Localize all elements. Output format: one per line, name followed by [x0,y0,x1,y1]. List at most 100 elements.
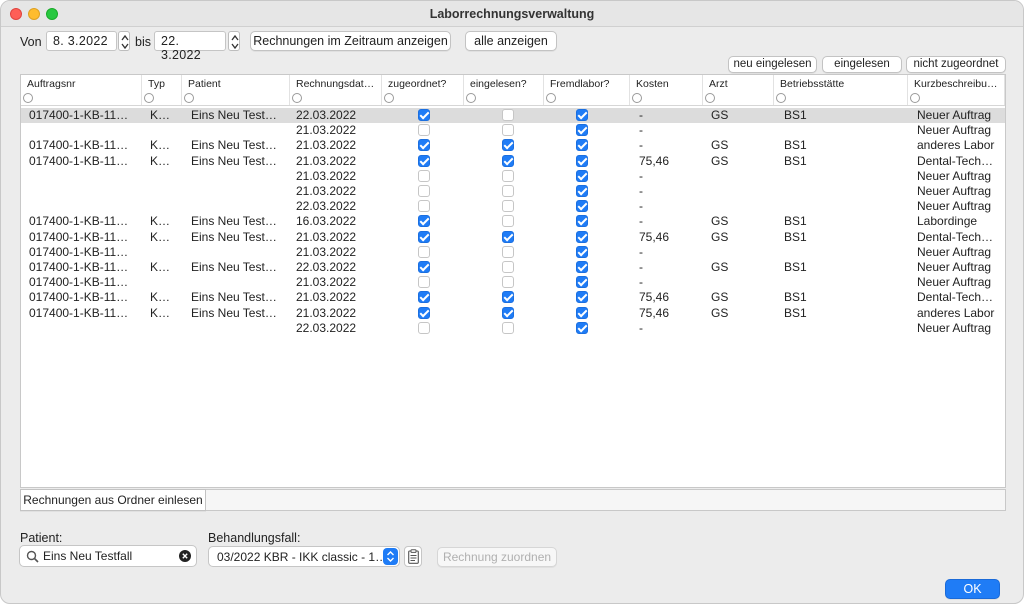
table-row[interactable]: 017400-1-KB-11… K… Eins Neu Test… 21.03.202… [21,306,1005,321]
column-filter-icon[interactable] [466,93,476,103]
show-all-button[interactable]: alle anzeigen [465,31,557,51]
checkbox-zug[interactable] [418,215,430,228]
column-header[interactable]: zugeordnet? [382,75,464,105]
checkbox-ein[interactable] [502,291,514,304]
column-header[interactable]: Patient [182,75,290,105]
checkbox-ein[interactable] [502,169,514,182]
column-header[interactable]: Auftragsnr [21,75,142,105]
column-filter-icon[interactable] [632,93,642,103]
bis-date-stepper[interactable] [228,31,240,51]
column-header[interactable]: Kosten [630,75,703,105]
checkbox-ein[interactable] [502,230,514,243]
checkbox-zug[interactable] [418,139,430,152]
table-row[interactable]: 22.03.2022 - Neuer Auftrag [21,199,1005,214]
checkbox-fremd[interactable] [576,321,588,334]
checkbox-ein[interactable] [502,109,514,121]
column-header[interactable]: Typ [142,75,182,105]
checkbox-fremd[interactable] [576,109,588,121]
ok-button[interactable]: OK [945,579,1000,599]
checkbox-zug[interactable] [418,306,430,319]
checkbox-ein[interactable] [502,124,514,137]
checkbox-zug[interactable] [418,154,430,167]
table-row[interactable]: 017400-1-KB-11… K… Eins Neu Test… 21.03.202… [21,290,1005,305]
checkbox-fremd[interactable] [576,215,588,228]
patient-search-field[interactable]: Eins Neu Testfall [19,545,197,567]
column-filter-icon[interactable] [910,93,920,103]
neu-eingelesen-button[interactable]: neu eingelesen [728,56,817,73]
cell-patient [191,275,286,290]
column-filter-icon[interactable] [705,93,715,103]
column-header[interactable]: eingelesen? [464,75,544,105]
checkbox-fremd[interactable] [576,291,588,304]
table-row[interactable]: 017400-1-KB-11… K… Eins Neu Test… 21.03.202… [21,230,1005,245]
von-date-field[interactable]: 8. 3.2022 [46,31,117,51]
checkbox-ein[interactable] [502,185,514,197]
checkbox-fremd[interactable] [576,276,588,289]
checkbox-ein[interactable] [502,215,514,228]
table-row[interactable]: 21.03.2022 - Neuer Auftrag [21,123,1005,138]
invoice-table[interactable]: Auftragsnr Typ Patient Rechnungsdat… zugeord… [20,74,1006,488]
checkbox-zug[interactable] [418,169,430,182]
show-range-button[interactable]: Rechnungen im Zeitraum anzeigen [250,31,451,51]
checkbox-fremd[interactable] [576,154,588,167]
von-date-stepper[interactable] [118,31,130,51]
table-row[interactable]: 017400-1-KB-11… K… Eins Neu Test… 22.03.202… [21,260,1005,275]
checkbox-ein[interactable] [502,321,514,334]
table-row[interactable]: 21.03.2022 - Neuer Auftrag [21,184,1005,199]
checkbox-fremd[interactable] [576,169,588,182]
column-header[interactable]: Rechnungsdat… [290,75,382,105]
checkbox-zug[interactable] [418,245,430,258]
eingelesen-button[interactable]: eingelesen [822,56,902,73]
column-filter-icon[interactable] [292,93,302,103]
clipboard-button[interactable] [404,546,422,567]
checkbox-ein[interactable] [502,139,514,152]
column-header[interactable]: Kurzbeschreibu… [908,75,1005,105]
checkbox-fremd[interactable] [576,139,588,152]
table-row[interactable]: 21.03.2022 - Neuer Auftrag [21,169,1005,184]
checkbox-zug[interactable] [418,124,430,137]
checkbox-fremd[interactable] [576,185,588,197]
column-header[interactable]: Betriebsstätte [774,75,908,105]
checkbox-ein[interactable] [502,261,514,273]
checkbox-ein[interactable] [502,245,514,258]
checkbox-ein[interactable] [502,200,514,213]
checkbox-zug[interactable] [418,321,430,334]
checkbox-fremd[interactable] [576,230,588,243]
column-filter-icon[interactable] [776,93,786,103]
table-row[interactable]: 017400-1-KB-11… 21.03.2022 - Neuer Auftrag [21,245,1005,260]
checkbox-fremd[interactable] [576,245,588,258]
column-header[interactable]: Arzt [703,75,774,105]
column-filter-icon[interactable] [144,93,154,103]
table-row[interactable]: 017400-1-KB-11… K… Eins Neu Test… 21.03.202… [21,154,1005,169]
checkbox-ein[interactable] [502,154,514,167]
checkbox-zug[interactable] [418,185,430,197]
column-filter-icon[interactable] [546,93,556,103]
table-row[interactable]: 017400-1-KB-11… K… Eins Neu Test… 16.03.202… [21,214,1005,229]
checkbox-fremd[interactable] [576,200,588,213]
checkbox-zug[interactable] [418,261,430,273]
checkbox-zug[interactable] [418,276,430,289]
checkbox-zug[interactable] [418,230,430,243]
column-filter-icon[interactable] [384,93,394,103]
behandlungsfall-select[interactable]: 03/2022 KBR - IKK classic - 1… [208,546,400,567]
checkbox-fremd[interactable] [576,124,588,137]
checkbox-fremd[interactable] [576,306,588,319]
column-filter-icon[interactable] [23,93,33,103]
rechnung-zuordnen-button[interactable]: Rechnung zuordnen [437,547,557,567]
checkbox-ein[interactable] [502,306,514,319]
column-header[interactable]: Fremdlabor? [544,75,630,105]
table-row[interactable]: 22.03.2022 - Neuer Auftrag [21,321,1005,336]
checkbox-fremd[interactable] [576,261,588,273]
checkbox-ein[interactable] [502,276,514,289]
import-folder-button[interactable]: Rechnungen aus Ordner einlesen [20,489,206,511]
bis-date-field[interactable]: 22. 3.2022 [154,31,226,62]
checkbox-zug[interactable] [418,291,430,304]
checkbox-zug[interactable] [418,200,430,213]
clear-search-icon[interactable] [179,550,191,565]
nicht-zugeordnet-button[interactable]: nicht zugeordnet [906,56,1006,73]
table-row[interactable]: 017400-1-KB-11… 21.03.2022 - Neuer Auftrag [21,275,1005,290]
table-row[interactable]: 017400-1-KB-11… K… Eins Neu Test… 21.03.202… [21,138,1005,153]
table-row[interactable]: 017400-1-KB-11… K… Eins Neu Test… 22.03.202… [21,108,1005,123]
checkbox-zug[interactable] [418,109,430,121]
column-filter-icon[interactable] [184,93,194,103]
